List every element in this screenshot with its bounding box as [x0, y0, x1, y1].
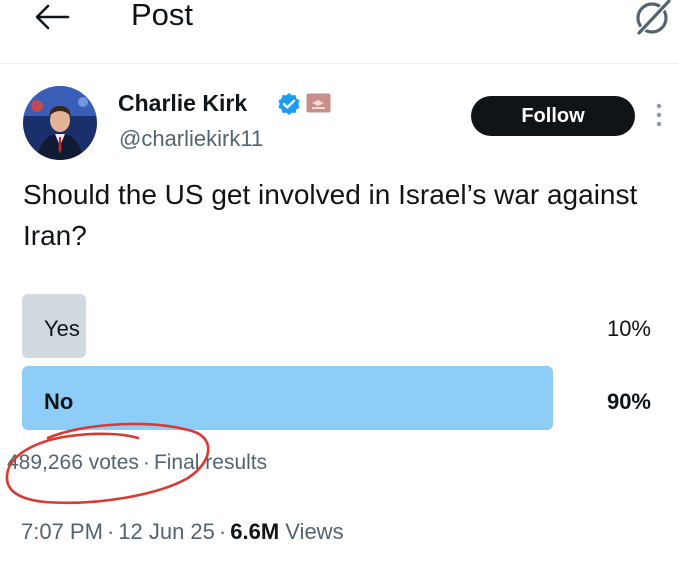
meta-separator: · [106, 519, 115, 544]
post-time[interactable]: 7:07 PM [21, 519, 103, 544]
post-text: Should the US get involved in Israel’s w… [23, 179, 638, 251]
poll-meta: 489,266 votes · Final results [7, 451, 267, 475]
back-arrow-icon[interactable] [34, 4, 70, 30]
header-divider [0, 63, 679, 64]
post-timestamp-views: 7:07 PM · 12 Jun 25 · 6.6M Views [21, 519, 344, 545]
poll-status: Final results [153, 451, 268, 474]
poll-option-yes-label: Yes [44, 316, 80, 341]
affiliate-badge-icon[interactable] [306, 93, 331, 113]
author-handle[interactable]: @charliekirk11 [119, 126, 263, 152]
follow-button[interactable]: Follow [471, 96, 635, 136]
verified-badge-icon [277, 92, 301, 116]
poll-votes: 489,266 votes [7, 451, 139, 474]
poll-option-yes-percent: 10% [606, 316, 651, 341]
poll-bar-no [22, 366, 553, 430]
views-count: 6.6M [230, 519, 280, 544]
author-name[interactable]: Charlie Kirk [118, 90, 247, 117]
grok-icon[interactable] [632, 0, 673, 37]
poll-separator: · [142, 451, 150, 474]
poll-option-no-percent: 90% [606, 389, 651, 414]
views-label: Views [285, 519, 344, 544]
more-vertical-icon[interactable] [653, 102, 665, 128]
poll-option-no-label: No [44, 389, 74, 414]
avatar[interactable] [23, 86, 97, 160]
meta-separator: · [218, 519, 227, 544]
post-date[interactable]: 12 Jun 25 [118, 519, 215, 544]
page-title: Post [131, 0, 194, 32]
